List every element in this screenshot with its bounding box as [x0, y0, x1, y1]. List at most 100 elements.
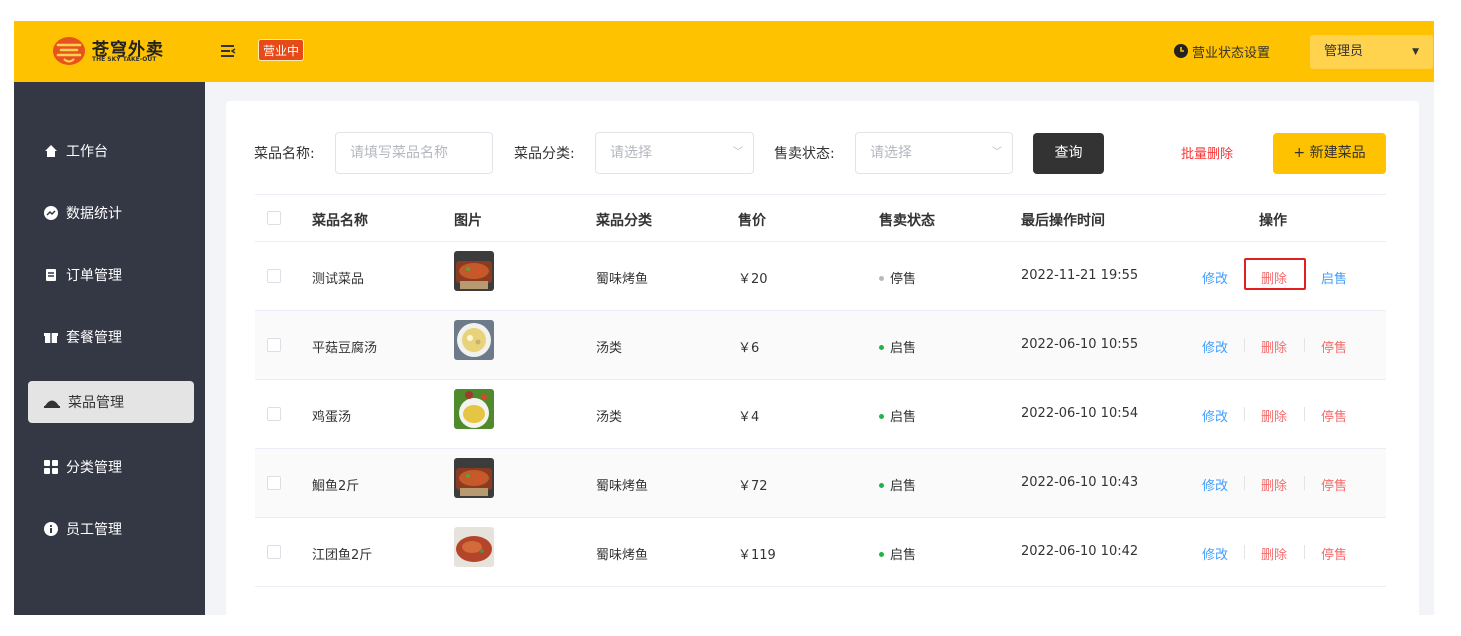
- dish-updated-time: 2022-06-10 10:42: [1021, 544, 1139, 559]
- sidebar-item-employees[interactable]: 员工管理: [28, 508, 194, 550]
- action-divider: [1244, 338, 1245, 352]
- status-select-placeholder: 请选择: [870, 145, 912, 161]
- logo: 苍穹外卖 THE SKY TAKE-OUT: [52, 34, 172, 68]
- toggle-sale-link[interactable]: 停售: [1321, 406, 1347, 425]
- sidebar-item-label: 套餐管理: [66, 330, 122, 346]
- dish-status-text: 启售: [890, 479, 917, 494]
- dish-price: ￥6: [738, 341, 760, 356]
- logo-badge-icon: [53, 37, 85, 65]
- action-divider: [1244, 407, 1245, 421]
- table-row: 测试菜品 蜀味烤鱼 ￥20 停售 2022-11-21 19:55 修改 删除 启售: [255, 242, 1386, 311]
- dish-category: 蜀味烤鱼: [596, 272, 649, 287]
- clock-icon: [1174, 44, 1188, 58]
- business-status-setting-link[interactable]: 营业状态设置: [1174, 41, 1270, 61]
- sidebar-item-workbench[interactable]: 工作台: [28, 130, 194, 172]
- dish-status-text: 启售: [890, 341, 917, 356]
- delete-highlight-box: [1244, 258, 1306, 290]
- delete-link[interactable]: 删除: [1261, 337, 1287, 356]
- sidebar-item-categories[interactable]: 分类管理: [28, 446, 194, 488]
- menu-collapse-icon[interactable]: [218, 41, 238, 61]
- dish-status: 启售: [879, 544, 916, 563]
- edit-link[interactable]: 修改: [1202, 544, 1228, 563]
- dish-category: 蜀味烤鱼: [596, 548, 649, 563]
- new-dish-button[interactable]: + 新建菜品: [1273, 133, 1386, 174]
- row-checkbox[interactable]: [267, 407, 281, 421]
- toggle-sale-link[interactable]: 停售: [1321, 337, 1347, 356]
- admin-dropdown[interactable]: 管理员 ▼: [1310, 35, 1433, 69]
- column-header-updated-time: 最后操作时间: [1021, 213, 1105, 229]
- business-status-badge: 营业中: [258, 39, 305, 61]
- business-status-setting-label: 营业状态设置: [1192, 45, 1271, 61]
- edit-link[interactable]: 修改: [1202, 406, 1228, 425]
- dish-image: [454, 527, 494, 567]
- sidebar-item-combos[interactable]: 套餐管理: [28, 316, 194, 358]
- action-divider: [1304, 545, 1305, 559]
- dish-updated-time: 2022-06-10 10:54: [1021, 406, 1139, 421]
- home-icon: [45, 145, 57, 157]
- category-filter-label: 菜品分类:: [514, 146, 575, 162]
- row-checkbox[interactable]: [267, 269, 281, 283]
- edit-link[interactable]: 修改: [1202, 268, 1228, 287]
- logo-subtitle: THE SKY TAKE-OUT: [92, 56, 157, 63]
- dish-image: [454, 320, 494, 360]
- dish-status: 启售: [879, 475, 916, 494]
- chart-icon: [44, 206, 58, 220]
- dish-price: ￥72: [738, 479, 768, 494]
- table-row: 平菇豆腐汤 汤类 ￥6 启售 2022-06-10 10:55 修改 删除 停售: [255, 311, 1386, 380]
- edit-link[interactable]: 修改: [1202, 337, 1228, 356]
- column-header-image: 图片: [454, 213, 482, 229]
- action-divider: [1304, 476, 1305, 490]
- dish-price: ￥4: [738, 410, 760, 425]
- status-filter-label: 售卖状态:: [774, 146, 835, 162]
- action-divider: [1244, 476, 1245, 490]
- status-dot-icon: [879, 276, 884, 281]
- sidebar-item-dishes[interactable]: 菜品管理: [28, 381, 194, 423]
- row-checkbox[interactable]: [267, 476, 281, 490]
- delete-link[interactable]: 删除: [1261, 406, 1287, 425]
- delete-link[interactable]: 删除: [1261, 475, 1287, 494]
- dish-status: 启售: [879, 337, 916, 356]
- action-divider: [1244, 545, 1245, 559]
- row-checkbox[interactable]: [267, 338, 281, 352]
- caret-down-icon: ▼: [1412, 47, 1419, 57]
- dish-name-search-input[interactable]: 请填写菜品名称: [335, 132, 493, 174]
- main-content-panel: 菜品名称: 请填写菜品名称 菜品分类: 请选择 ﹀ 售卖状态: 请选择 ﹀ 查询…: [226, 101, 1419, 615]
- top-header: 苍穹外卖 THE SKY TAKE-OUT 营业中 营业状态设置 管理员 ▼: [14, 21, 1434, 82]
- grid-icon: [44, 460, 58, 474]
- row-checkbox[interactable]: [267, 545, 281, 559]
- gift-icon: [44, 333, 58, 343]
- sidebar-item-statistics[interactable]: 数据统计: [28, 192, 194, 234]
- status-select[interactable]: 请选择 ﹀: [855, 132, 1013, 174]
- dish-name: 鸡蛋汤: [312, 410, 352, 425]
- dish-price: ￥119: [738, 548, 776, 563]
- toggle-sale-link[interactable]: 停售: [1321, 544, 1347, 563]
- query-button[interactable]: 查询: [1033, 133, 1104, 174]
- batch-delete-link[interactable]: 批量删除: [1181, 143, 1233, 162]
- chevron-down-icon: ﹀: [733, 147, 743, 158]
- dish-updated-time: 2022-06-10 10:43: [1021, 475, 1139, 490]
- table-row: 鸡蛋汤 汤类 ￥4 启售 2022-06-10 10:54 修改 删除 停售: [255, 380, 1386, 449]
- sidebar-item-label: 工作台: [66, 144, 108, 160]
- dish-category: 汤类: [596, 410, 623, 425]
- delete-link[interactable]: 删除: [1261, 544, 1287, 563]
- column-header-actions: 操作: [1259, 213, 1287, 229]
- app-window: 苍穹外卖 THE SKY TAKE-OUT 营业中 营业状态设置 管理员 ▼ 工…: [14, 21, 1434, 615]
- clipboard-icon: [46, 269, 56, 281]
- toggle-sale-link[interactable]: 启售: [1321, 268, 1347, 287]
- dish-updated-time: 2022-11-21 19:55: [1021, 268, 1139, 283]
- dish-price: ￥20: [738, 272, 768, 287]
- dish-category: 汤类: [596, 341, 623, 356]
- sidebar-item-orders[interactable]: 订单管理: [28, 254, 194, 296]
- category-select[interactable]: 请选择 ﹀: [595, 132, 754, 174]
- dish-category: 蜀味烤鱼: [596, 479, 649, 494]
- select-all-checkbox[interactable]: [267, 211, 281, 225]
- dish-image: [454, 251, 494, 291]
- action-divider: [1304, 338, 1305, 352]
- toggle-sale-link[interactable]: 停售: [1321, 475, 1347, 494]
- table-row: 江团鱼2斤 蜀味烤鱼 ￥119 启售 2022-06-10 10:42 修改 删除 停售: [255, 518, 1386, 587]
- dish-status: 启售: [879, 406, 916, 425]
- dish-name: 鮰鱼2斤: [312, 479, 360, 494]
- edit-link[interactable]: 修改: [1202, 475, 1228, 494]
- status-dot-icon: [879, 414, 884, 419]
- dish-status-text: 启售: [890, 548, 917, 563]
